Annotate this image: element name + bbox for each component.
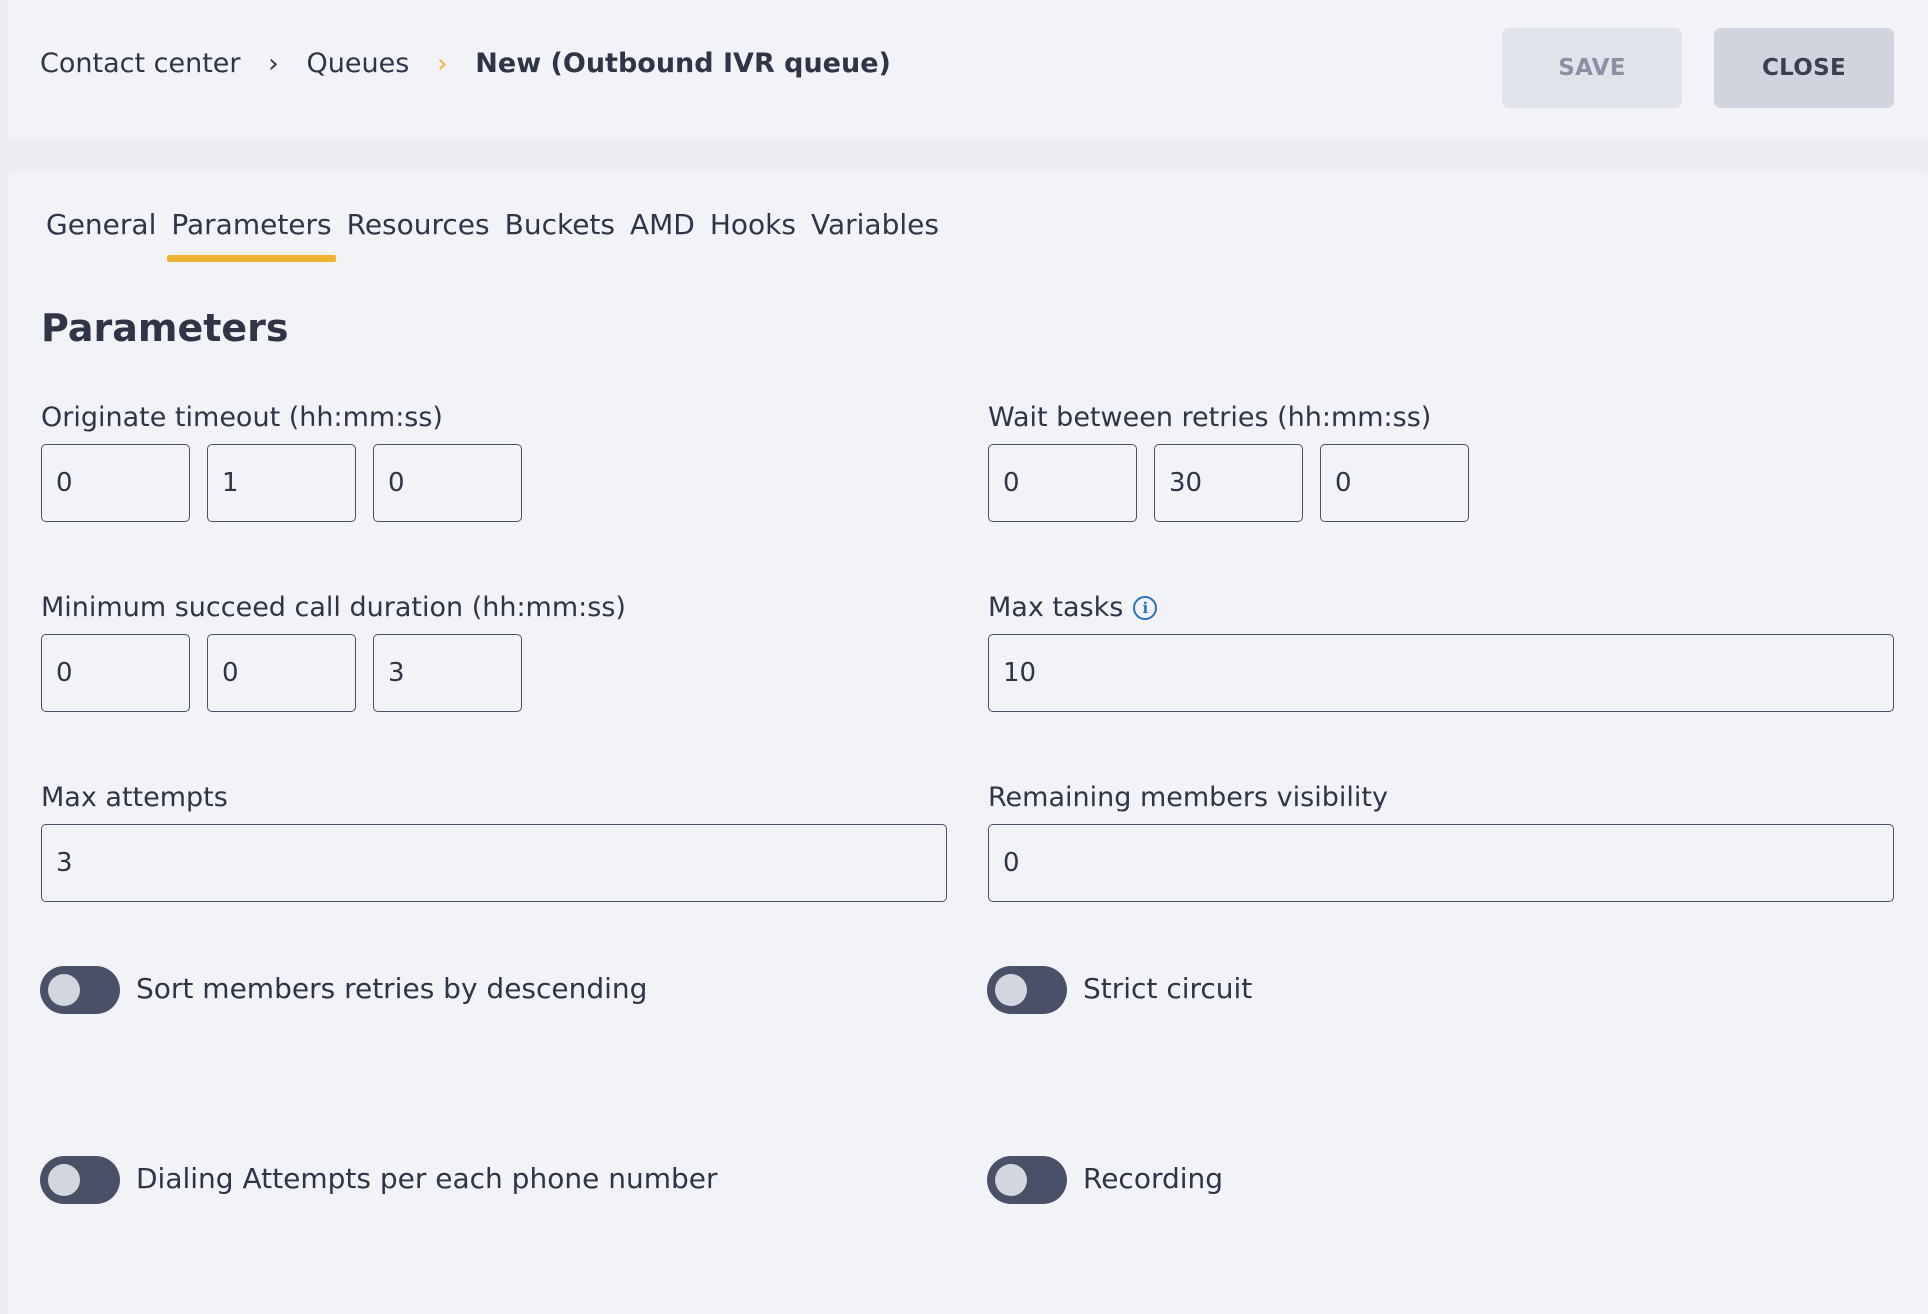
toggle-knob bbox=[995, 1164, 1027, 1196]
tab-amd[interactable]: AMD bbox=[626, 208, 699, 262]
wait-between-retries-seconds-input[interactable]: 0 bbox=[1320, 444, 1469, 522]
wait-between-retries-hours-input[interactable]: 0 bbox=[988, 444, 1137, 522]
recording-toggle[interactable] bbox=[987, 1156, 1067, 1204]
max-attempts-label: Max attempts bbox=[41, 782, 228, 813]
toggle-knob bbox=[48, 974, 80, 1006]
tab-bar: General Parameters Resources Buckets AMD… bbox=[42, 208, 950, 262]
section-title: Parameters bbox=[41, 306, 289, 350]
tab-hooks[interactable]: Hooks bbox=[706, 208, 800, 262]
breadcrumb: Contact center › Queues › New (Outbound … bbox=[40, 48, 891, 79]
remaining-members-visibility-input[interactable]: 0 bbox=[988, 824, 1894, 902]
strict-circuit-label: Strict circuit bbox=[1083, 972, 1253, 1005]
recording-label: Recording bbox=[1083, 1162, 1224, 1195]
min-call-duration-label: Minimum succeed call duration (hh:mm:ss) bbox=[41, 592, 626, 623]
originate-timeout-minutes-input[interactable]: 1 bbox=[207, 444, 356, 522]
breadcrumb-separator-icon: › bbox=[437, 48, 448, 79]
max-tasks-label-row: Max tasks i bbox=[988, 592, 1158, 623]
min-call-duration-seconds-input[interactable]: 3 bbox=[373, 634, 522, 712]
originate-timeout-hours-input[interactable]: 0 bbox=[41, 444, 190, 522]
tab-buckets[interactable]: Buckets bbox=[501, 208, 619, 262]
wait-between-retries-label: Wait between retries (hh:mm:ss) bbox=[988, 402, 1432, 433]
originate-timeout-seconds-input[interactable]: 0 bbox=[373, 444, 522, 522]
tab-resources[interactable]: Resources bbox=[343, 208, 494, 262]
breadcrumb-contact-center[interactable]: Contact center bbox=[40, 48, 241, 79]
sort-retries-desc-label: Sort members retries by descending bbox=[136, 972, 648, 1005]
main-panel: General Parameters Resources Buckets AMD… bbox=[8, 172, 1928, 1314]
breadcrumb-separator-icon: › bbox=[268, 48, 279, 79]
strict-circuit-toggle[interactable] bbox=[987, 966, 1067, 1014]
tab-parameters[interactable]: Parameters bbox=[167, 208, 336, 262]
max-tasks-label: Max tasks bbox=[988, 592, 1124, 623]
min-call-duration-minutes-input[interactable]: 0 bbox=[207, 634, 356, 712]
toggle-knob bbox=[995, 974, 1027, 1006]
toggle-knob bbox=[48, 1164, 80, 1196]
sort-retries-desc-toggle[interactable] bbox=[40, 966, 120, 1014]
remaining-members-visibility-label: Remaining members visibility bbox=[988, 782, 1388, 813]
min-call-duration-hours-input[interactable]: 0 bbox=[41, 634, 190, 712]
originate-timeout-label: Originate timeout (hh:mm:ss) bbox=[41, 402, 443, 433]
wait-between-retries-minutes-input[interactable]: 30 bbox=[1154, 444, 1303, 522]
info-icon[interactable]: i bbox=[1133, 595, 1158, 620]
breadcrumb-queues[interactable]: Queues bbox=[307, 48, 410, 79]
dialing-attempts-label: Dialing Attempts per each phone number bbox=[136, 1162, 718, 1195]
dialing-attempts-toggle[interactable] bbox=[40, 1156, 120, 1204]
max-attempts-input[interactable]: 3 bbox=[41, 824, 947, 902]
tab-variables[interactable]: Variables bbox=[807, 208, 943, 262]
tab-general[interactable]: General bbox=[42, 208, 160, 262]
close-button[interactable]: CLOSE bbox=[1714, 28, 1894, 108]
page-header: Contact center › Queues › New (Outbound … bbox=[8, 0, 1928, 139]
breadcrumb-current: New (Outbound IVR queue) bbox=[475, 48, 891, 79]
max-tasks-input[interactable]: 10 bbox=[988, 634, 1894, 712]
save-button[interactable]: SAVE bbox=[1502, 28, 1682, 108]
